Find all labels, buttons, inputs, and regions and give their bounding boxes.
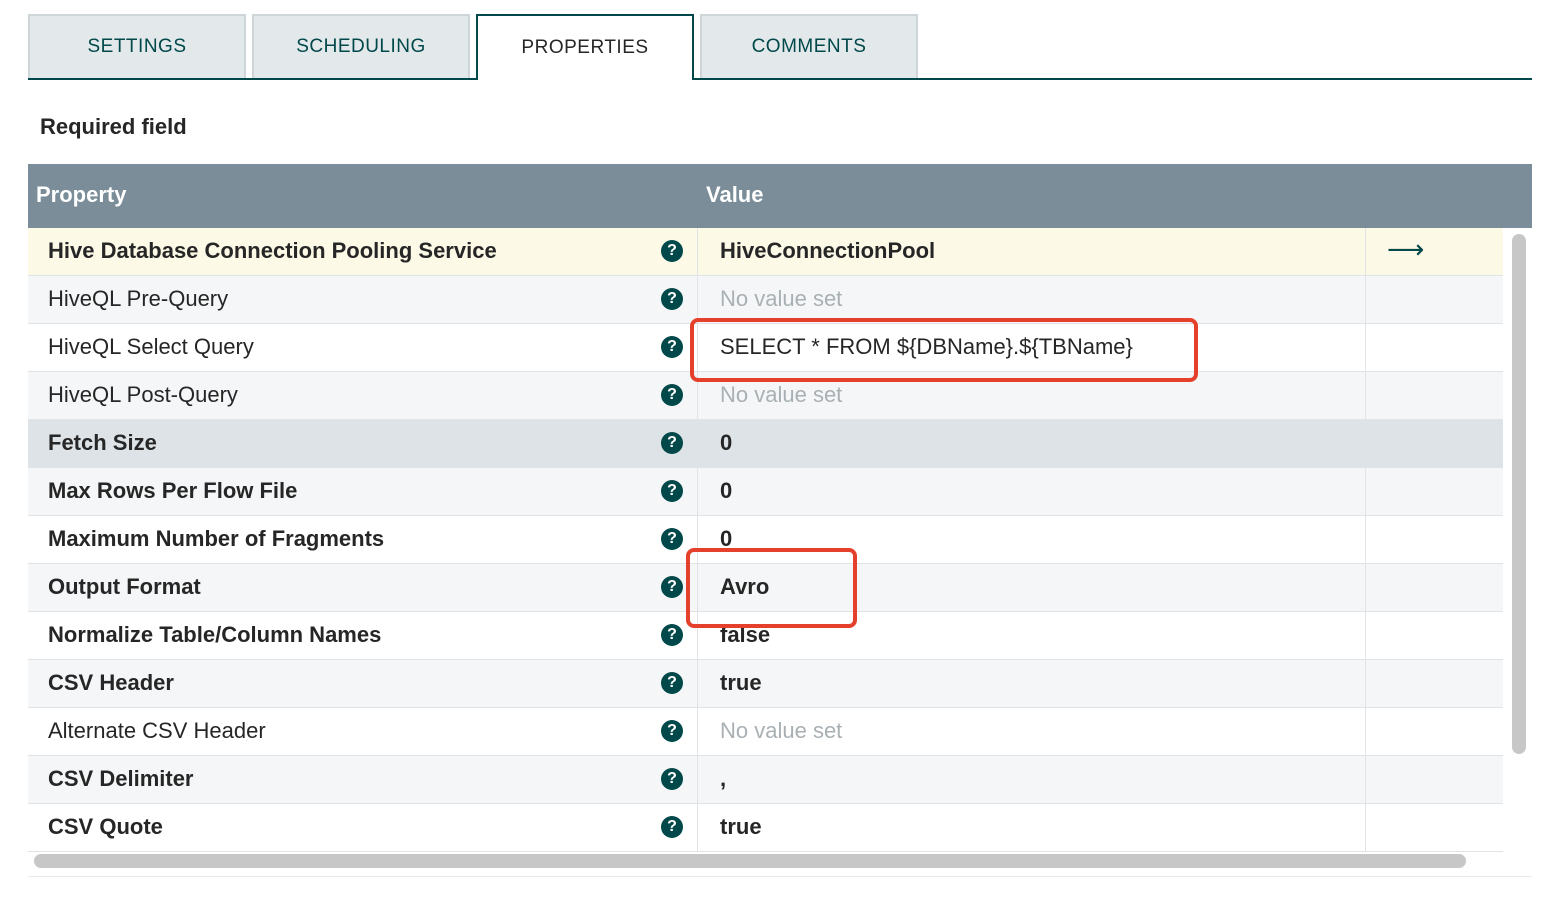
row-actions-cell <box>1367 324 1503 371</box>
table-header: Property Value <box>28 164 1532 228</box>
property-value-cell[interactable]: true <box>699 660 1366 707</box>
help-icon[interactable]: ? <box>661 672 683 694</box>
property-name-cell: Max Rows Per Flow File? <box>28 468 698 515</box>
annotation-box-select-query <box>690 318 1198 382</box>
go-to-service-arrow-icon[interactable]: ⟶ <box>1387 234 1424 265</box>
property-value: HiveConnectionPool <box>720 238 936 263</box>
property-value: No value set <box>720 718 843 743</box>
properties-table: Property Value Hive Database Connection … <box>28 164 1532 878</box>
property-name-cell: Hive Database Connection Pooling Service… <box>28 228 698 275</box>
table-row[interactable]: Fetch Size? 0 <box>28 420 1503 468</box>
vertical-scrollbar[interactable] <box>1506 228 1530 848</box>
property-name: CSV Quote <box>48 814 163 839</box>
property-value: No value set <box>720 382 843 407</box>
tab-settings[interactable]: SETTINGS <box>28 14 246 78</box>
row-actions-cell <box>1367 708 1503 755</box>
property-value-cell[interactable]: No value set <box>699 276 1366 323</box>
row-actions-cell <box>1367 660 1503 707</box>
row-actions-cell <box>1367 468 1503 515</box>
table-bottom-border <box>28 876 1532 877</box>
property-name-cell: CSV Delimiter? <box>28 756 698 803</box>
property-value-cell[interactable]: 0 <box>699 420 1366 467</box>
row-actions-cell <box>1367 516 1503 563</box>
required-field-label: Required field <box>40 114 187 139</box>
row-actions-cell <box>1367 372 1503 419</box>
property-name-cell: Maximum Number of Fragments? <box>28 516 698 563</box>
property-name: CSV Delimiter <box>48 766 194 791</box>
property-name-cell: Output Format? <box>28 564 698 611</box>
property-name-cell: HiveQL Pre-Query? <box>28 276 698 323</box>
property-value-cell[interactable]: true <box>699 804 1366 851</box>
property-value-cell[interactable]: HiveConnectionPool <box>699 228 1366 275</box>
property-value: No value set <box>720 286 843 311</box>
table-row[interactable]: CSV Delimiter?, <box>28 756 1503 804</box>
help-icon[interactable]: ? <box>661 768 683 790</box>
help-icon[interactable]: ? <box>661 624 683 646</box>
help-icon[interactable]: ? <box>661 432 683 454</box>
property-name: HiveQL Select Query <box>48 334 254 359</box>
table-row[interactable]: Alternate CSV Header? No value set <box>28 708 1503 756</box>
tab-properties[interactable]: PROPERTIES <box>476 14 694 80</box>
help-icon[interactable]: ? <box>661 240 683 262</box>
property-name: Alternate CSV Header <box>48 718 266 743</box>
property-value-cell[interactable]: No value set <box>699 708 1366 755</box>
property-name: CSV Header <box>48 670 174 695</box>
property-name: HiveQL Post-Query <box>48 382 238 407</box>
property-name-cell: HiveQL Select Query? <box>28 324 698 371</box>
property-name: Fetch Size <box>48 430 157 455</box>
property-name-cell: HiveQL Post-Query? <box>28 372 698 419</box>
row-actions-cell <box>1367 420 1503 467</box>
property-name: Maximum Number of Fragments <box>48 526 385 551</box>
property-value: , <box>720 766 727 791</box>
property-value-cell[interactable]: 0 <box>699 468 1366 515</box>
property-name: Hive Database Connection Pooling Service <box>48 238 497 263</box>
property-value-cell[interactable]: , <box>699 756 1366 803</box>
tab-bar: SETTINGS SCHEDULING PROPERTIES COMMENTS <box>28 14 1532 80</box>
property-name-cell: CSV Quote? <box>28 804 698 851</box>
property-name: Output Format <box>48 574 201 599</box>
help-icon[interactable]: ? <box>661 816 683 838</box>
property-name-cell: Alternate CSV Header? <box>28 708 698 755</box>
property-value: 0 <box>720 478 733 503</box>
help-icon[interactable]: ? <box>661 720 683 742</box>
property-name-cell: Fetch Size? <box>28 420 698 467</box>
row-actions-cell <box>1367 564 1503 611</box>
table-row[interactable]: HiveQL Pre-Query? No value set <box>28 276 1503 324</box>
property-name: Max Rows Per Flow File <box>48 478 298 503</box>
property-name-cell: Normalize Table/Column Names? <box>28 612 698 659</box>
property-name-cell: CSV Header? <box>28 660 698 707</box>
row-actions-cell <box>1367 804 1503 851</box>
vertical-scrollbar-thumb[interactable] <box>1512 234 1526 754</box>
property-name: HiveQL Pre-Query <box>48 286 229 311</box>
help-icon[interactable]: ? <box>661 288 683 310</box>
property-name: Normalize Table/Column Names <box>48 622 382 647</box>
property-value: true <box>720 670 762 695</box>
header-property[interactable]: Property <box>36 182 126 208</box>
help-icon[interactable]: ? <box>661 528 683 550</box>
help-icon[interactable]: ? <box>661 336 683 358</box>
help-icon[interactable]: ? <box>661 576 683 598</box>
tab-scheduling[interactable]: SCHEDULING <box>252 14 470 78</box>
tab-baseline <box>28 78 1532 80</box>
help-icon[interactable]: ? <box>661 480 683 502</box>
annotation-box-output-format <box>686 548 857 628</box>
row-actions-cell <box>1367 612 1503 659</box>
table-row[interactable]: CSV Quote? true <box>28 804 1503 852</box>
row-actions-cell <box>1367 756 1503 803</box>
table-row[interactable]: Max Rows Per Flow File? 0 <box>28 468 1503 516</box>
help-icon[interactable]: ? <box>661 384 683 406</box>
table-row[interactable]: CSV Header? true <box>28 660 1503 708</box>
row-actions-cell: ⟶ <box>1367 228 1503 275</box>
header-value[interactable]: Value <box>706 182 763 208</box>
property-value: true <box>720 814 762 839</box>
row-actions-cell <box>1367 276 1503 323</box>
tab-comments[interactable]: COMMENTS <box>700 14 918 78</box>
horizontal-scrollbar-thumb[interactable] <box>34 854 1466 868</box>
property-value: 0 <box>720 430 733 455</box>
table-row[interactable]: Hive Database Connection Pooling Service… <box>28 228 1503 276</box>
